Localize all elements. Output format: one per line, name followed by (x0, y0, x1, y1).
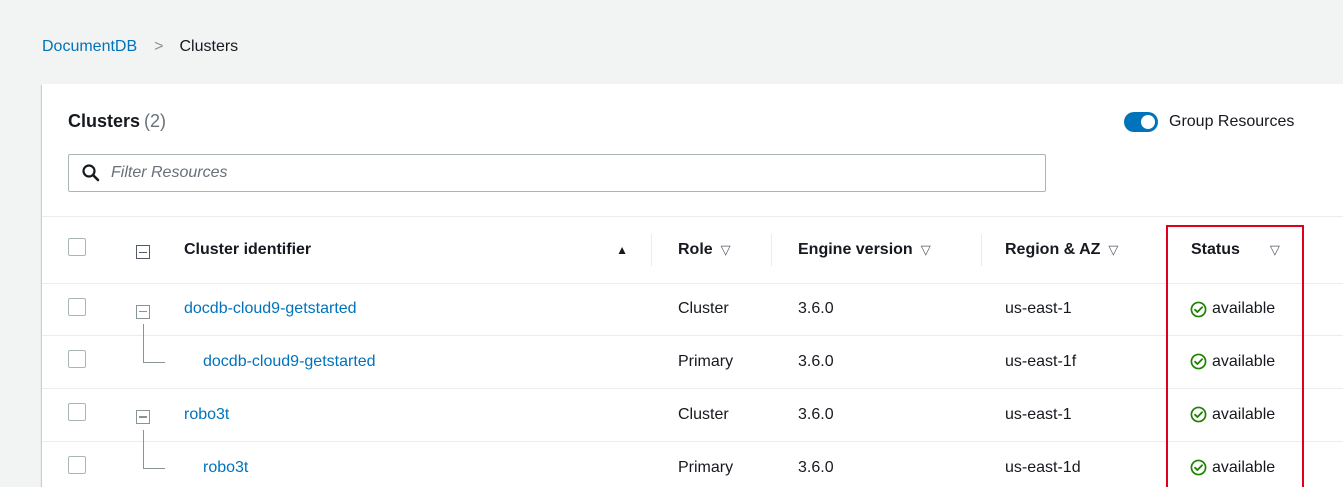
sort-icon: ▽ (1269, 241, 1280, 257)
header-role-label: Role (678, 240, 713, 258)
engine-cell: 3.6.0 (772, 282, 982, 335)
header-engine-label: Engine version (798, 240, 913, 258)
filter-box (68, 154, 1046, 192)
check-circle-icon (1190, 301, 1207, 317)
header-status[interactable]: Status ▽ (1167, 217, 1343, 283)
cluster-identifier-link[interactable]: docdb-cloud9-getstarted (184, 300, 357, 317)
status-badge: available (1190, 300, 1343, 318)
engine-cell: 3.6.0 (772, 387, 982, 441)
region-cell: us-east-1 (982, 282, 1167, 335)
header-cluster-identifier[interactable]: Cluster identifier ▲ (184, 217, 652, 283)
status-text: available (1212, 405, 1276, 423)
check-circle-icon (1190, 406, 1207, 423)
breadcrumb-current: Clusters (179, 38, 239, 55)
sort-icon: ▽ (720, 241, 731, 257)
row-checkbox[interactable] (68, 403, 86, 421)
collapse-icon[interactable] (136, 304, 150, 319)
group-resources-toggle[interactable] (1124, 112, 1158, 132)
group-resources-label: Group Resources (1169, 113, 1295, 130)
check-circle-icon (1190, 353, 1207, 370)
status-text: available (1212, 300, 1276, 317)
region-cell: us-east-1f (982, 334, 1167, 388)
panel-title-text: Clusters (68, 111, 141, 131)
role-cell: Cluster (652, 282, 772, 335)
status-badge: available (1190, 406, 1343, 424)
header-cluster-identifier-label: Cluster identifier (184, 240, 312, 258)
group-resources-toggle-wrap: Group Resources (1124, 112, 1294, 132)
role-cell: Cluster (652, 387, 772, 441)
region-cell: us-east-1d (982, 440, 1167, 487)
header-engine-version[interactable]: Engine version ▽ (772, 217, 982, 283)
status-badge: available (1190, 459, 1343, 477)
sort-icon: ▽ (920, 241, 931, 257)
role-cell: Primary (652, 334, 772, 388)
page-title: Clusters (2) (68, 111, 166, 132)
toggle-knob (1141, 115, 1155, 129)
instance-identifier-link[interactable]: docdb-cloud9-getstarted (203, 353, 376, 370)
header-status-label: Status (1191, 240, 1240, 258)
instance-identifier-link[interactable]: robo3t (203, 459, 248, 476)
table-row[interactable]: robo3t Cluster 3.6.0 us-east-1 available (42, 387, 1343, 441)
table-row[interactable]: docdb-cloud9-getstarted Primary 3.6.0 us… (42, 323, 1343, 388)
search-icon (82, 164, 100, 182)
cluster-identifier-link[interactable]: robo3t (184, 406, 229, 423)
row-checkbox[interactable] (68, 297, 86, 316)
header-role[interactable]: Role ▽ (652, 217, 772, 283)
header-expand-all (122, 217, 184, 283)
tree-connector (143, 323, 165, 363)
header-select-all (42, 217, 122, 283)
cluster-count: (2) (144, 111, 167, 131)
status-text: available (1212, 458, 1276, 476)
sort-icon: ▽ (1108, 241, 1119, 257)
breadcrumb: DocumentDB > Clusters (42, 38, 238, 56)
breadcrumb-separator-icon: > (154, 38, 164, 55)
select-all-checkbox[interactable] (68, 238, 86, 257)
table-row[interactable]: robo3t Primary 3.6.0 us-east-1d availabl… (42, 429, 1343, 487)
status-text: available (1212, 352, 1276, 370)
clusters-panel: Clusters(2) Group Resources Cluster iden… (42, 84, 1343, 487)
header-region-az[interactable]: Region & AZ ▽ (982, 217, 1167, 283)
role-cell: Primary (652, 440, 772, 487)
row-checkbox[interactable] (68, 350, 86, 368)
collapse-icon[interactable] (136, 410, 150, 425)
table-row[interactable]: docdb-cloud9-getstarted Cluster 3.6.0 us… (42, 282, 1343, 335)
region-cell: us-east-1 (982, 387, 1167, 441)
filter-resources-input[interactable] (111, 164, 1011, 182)
check-circle-icon (1190, 459, 1207, 476)
clusters-table: Cluster identifier ▲ Role ▽ Engine versi… (42, 217, 1343, 487)
table-header-row: Cluster identifier ▲ Role ▽ Engine versi… (42, 217, 1343, 283)
collapse-all-icon[interactable] (136, 245, 150, 260)
status-badge: available (1190, 353, 1343, 371)
row-checkbox[interactable] (68, 456, 86, 475)
tree-connector (143, 429, 165, 469)
header-region-label: Region & AZ (1005, 240, 1101, 258)
breadcrumb-documentdb-link[interactable]: DocumentDB (42, 38, 137, 56)
engine-cell: 3.6.0 (772, 334, 982, 388)
sort-ascending-icon: ▲ (616, 242, 628, 257)
engine-cell: 3.6.0 (772, 440, 982, 487)
